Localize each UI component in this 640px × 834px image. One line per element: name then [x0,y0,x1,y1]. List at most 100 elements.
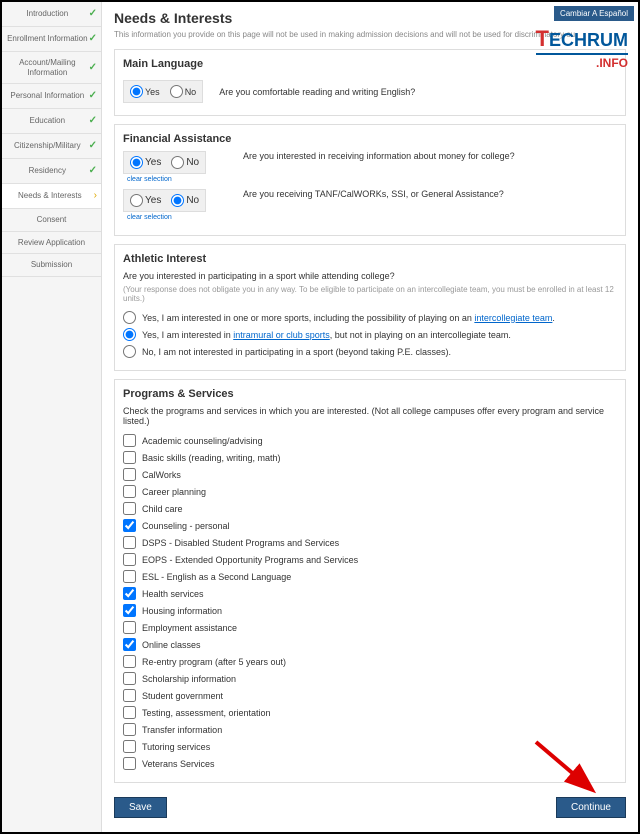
program-checkbox[interactable] [123,723,136,736]
program-checkbox-item[interactable]: Online classes [123,638,617,651]
mainlang-yes[interactable]: Yes [130,85,160,98]
section-title: Financial Assistance [123,133,617,145]
continue-button[interactable]: Continue [556,797,626,818]
program-checkbox-item[interactable]: Career planning [123,485,617,498]
program-checkbox[interactable] [123,689,136,702]
fin-q2: Are you receiving TANF/CalWORKs, SSI, or… [243,189,504,199]
program-label: Veterans Services [142,759,215,769]
athletic-opt3[interactable]: No, I am not interested in participating… [123,345,617,358]
sidebar-item[interactable]: Personal Information✓ [2,84,101,109]
program-checkbox-item[interactable]: Transfer information [123,723,617,736]
athletic-opt2[interactable]: Yes, I am interested in intramural or cl… [123,328,617,341]
sidebar-item[interactable]: Residency✓ [2,159,101,184]
program-label: Counseling - personal [142,521,230,531]
sidebar-item[interactable]: Needs & Interests› [2,184,101,209]
program-checkbox[interactable] [123,740,136,753]
program-checkbox[interactable] [123,451,136,464]
cambiar-espanol-button[interactable]: Cambiar A Español [554,6,634,21]
sidebar-item[interactable]: Enrollment Information✓ [2,27,101,52]
clear-selection-link[interactable]: clear selection [127,214,243,221]
program-checkbox[interactable] [123,468,136,481]
sidebar-item-label: Citizenship/Military [6,141,89,151]
program-checkbox[interactable] [123,706,136,719]
mainlang-no[interactable]: No [170,85,197,98]
sidebar-item[interactable]: Education✓ [2,109,101,134]
sidebar-item[interactable]: Review Application [2,232,101,255]
program-checkbox-item[interactable]: Student government [123,689,617,702]
program-label: Online classes [142,640,201,650]
program-label: Housing information [142,606,222,616]
sidebar-item[interactable]: Citizenship/Military✓ [2,134,101,159]
sidebar-item-label: Account/Mailing Information [6,58,89,77]
program-checkbox[interactable] [123,434,136,447]
sidebar-item-label: Residency [6,166,89,176]
program-label: ESL - English as a Second Language [142,572,291,582]
sidebar-item[interactable]: Account/Mailing Information✓ [2,52,101,84]
athletic-question: Are you interested in participating in a… [123,271,617,281]
section-title: Athletic Interest [123,253,617,265]
fin-q2-yes[interactable]: Yes [130,194,161,207]
program-checkbox-item[interactable]: Housing information [123,604,617,617]
athletic-opt1[interactable]: Yes, I am interested in one or more spor… [123,311,617,324]
sidebar-item-label: Introduction [6,9,89,19]
sidebar: Introduction✓Enrollment Information✓Acco… [2,2,102,832]
program-checkbox[interactable] [123,485,136,498]
program-checkbox[interactable] [123,502,136,515]
program-label: DSPS - Disabled Student Programs and Ser… [142,538,339,548]
intramural-link[interactable]: intramural or club sports [233,330,330,340]
program-label: Transfer information [142,725,222,735]
sidebar-item-label: Education [6,116,89,126]
check-icon: ✓ [89,33,97,45]
sidebar-item[interactable]: Introduction✓ [2,2,101,27]
clear-selection-link[interactable]: clear selection [127,176,243,183]
program-checkbox[interactable] [123,655,136,668]
program-checkbox-item[interactable]: Employment assistance [123,621,617,634]
mainlang-question: Are you comfortable reading and writing … [219,87,415,97]
check-icon: ✓ [89,8,97,20]
athletic-note: (Your response does not obligate you in … [123,285,617,303]
program-label: Student government [142,691,223,701]
fin-q1-yes[interactable]: Yes [130,156,161,169]
program-label: Tutoring services [142,742,210,752]
program-checkbox[interactable] [123,553,136,566]
sidebar-item-label: Review Application [6,238,97,248]
fin-q2-no[interactable]: No [171,194,199,207]
program-label: Child care [142,504,183,514]
program-checkbox-item[interactable]: Tutoring services [123,740,617,753]
program-checkbox-item[interactable]: DSPS - Disabled Student Programs and Ser… [123,536,617,549]
fin-q1-no[interactable]: No [171,156,199,169]
sidebar-item[interactable]: Consent [2,209,101,232]
program-checkbox[interactable] [123,519,136,532]
program-checkbox-item[interactable]: Testing, assessment, orientation [123,706,617,719]
program-checkbox-item[interactable]: Academic counseling/advising [123,434,617,447]
program-checkbox-item[interactable]: Veterans Services [123,757,617,770]
save-button[interactable]: Save [114,797,167,818]
program-checkbox[interactable] [123,536,136,549]
intercollegiate-link[interactable]: intercollegiate team [474,313,552,323]
program-checkbox-item[interactable]: Child care [123,502,617,515]
program-checkbox-item[interactable]: Basic skills (reading, writing, math) [123,451,617,464]
program-checkbox[interactable] [123,621,136,634]
sidebar-item-label: Enrollment Information [6,34,89,44]
program-checkbox[interactable] [123,672,136,685]
program-checkbox-item[interactable]: EOPS - Extended Opportunity Programs and… [123,553,617,566]
program-checkbox[interactable] [123,587,136,600]
main-content: Cambiar A Español Needs & Interests This… [102,2,638,832]
program-label: Basic skills (reading, writing, math) [142,453,281,463]
program-checkbox[interactable] [123,638,136,651]
program-checkbox-item[interactable]: ESL - English as a Second Language [123,570,617,583]
program-checkbox-item[interactable]: Re-entry program (after 5 years out) [123,655,617,668]
check-icon: ✓ [89,165,97,177]
program-checkbox-item[interactable]: Counseling - personal [123,519,617,532]
program-checkbox-item[interactable]: CalWorks [123,468,617,481]
program-checkbox[interactable] [123,757,136,770]
sidebar-item[interactable]: Submission [2,254,101,277]
program-checkbox-item[interactable]: Health services [123,587,617,600]
financial-assistance-section: Financial Assistance Yes No clear select… [114,124,626,236]
program-checkbox-item[interactable]: Scholarship information [123,672,617,685]
techrum-logo: TECHRUM .INFO [536,26,628,70]
program-checkbox[interactable] [123,604,136,617]
program-checkbox[interactable] [123,570,136,583]
check-icon: ✓ [89,90,97,102]
button-row: Save Continue [114,791,626,824]
